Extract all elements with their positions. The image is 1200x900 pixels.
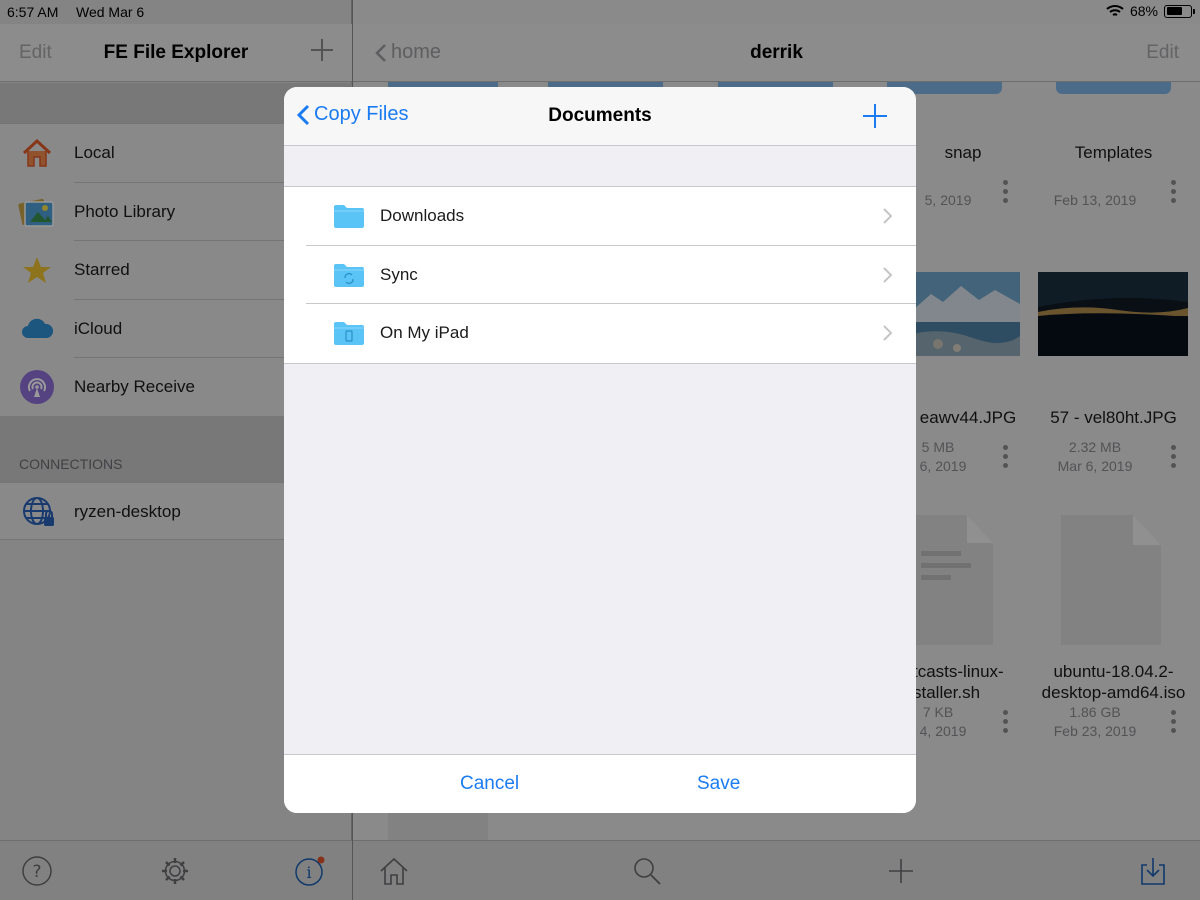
- file-name: Templates: [1074, 143, 1153, 162]
- chevron-right-icon: [883, 208, 892, 224]
- sidebar-title: FE File Explorer: [103, 42, 249, 63]
- add-icon[interactable]: [885, 855, 917, 887]
- file-date: 4, 2019: [919, 723, 967, 739]
- star-icon: [18, 253, 56, 287]
- home-icon: [18, 136, 56, 170]
- home-icon[interactable]: [378, 855, 410, 887]
- status-time: 6:57 AM: [7, 4, 59, 20]
- photo-thumbnail[interactable]: [1038, 272, 1188, 356]
- script-file-icon[interactable]: [915, 515, 995, 645]
- svg-text:?: ?: [32, 862, 41, 882]
- folder-icon: [334, 205, 364, 228]
- status-date: Wed Mar 6: [76, 4, 145, 20]
- cancel-button[interactable]: Cancel: [460, 773, 519, 795]
- iso-file-icon[interactable]: [1061, 515, 1161, 645]
- folder-row-sync[interactable]: Sync: [284, 246, 916, 304]
- dialog-title: Documents: [548, 105, 652, 126]
- chevron-right-icon: [883, 325, 892, 341]
- more-icon[interactable]: [1171, 180, 1177, 207]
- dialog-header: Copy Files Documents: [284, 87, 916, 146]
- sidebar-item-label: Starred: [74, 260, 130, 279]
- photo-thumbnail[interactable]: [913, 272, 1020, 356]
- sidebar-add-icon[interactable]: [310, 38, 334, 62]
- battery-percent: 68%: [1129, 3, 1158, 19]
- file-size: 5 MB: [921, 439, 955, 455]
- save-button[interactable]: Save: [697, 773, 740, 795]
- folder-label: Sync: [380, 264, 418, 284]
- file-name-line2: staller.sh: [913, 683, 981, 702]
- file-name: snap: [944, 143, 982, 162]
- file-date: Feb 23, 2019: [1053, 723, 1137, 739]
- sidebar-item-label: iCloud: [74, 318, 123, 338]
- file-name-line1: ubuntu-18.04.2-: [1053, 662, 1174, 681]
- sidebar-item-label: Photo Library: [74, 201, 176, 221]
- connections-label: CONNECTIONS: [19, 456, 123, 472]
- main-toolbar: [353, 840, 1200, 900]
- file-date: 5, 2019: [924, 192, 972, 208]
- folder-label: On My iPad: [380, 323, 469, 342]
- file-date: Mar 6, 2019: [1057, 458, 1133, 474]
- main-edit-button[interactable]: Edit: [1146, 42, 1179, 64]
- main-header: home derrik Edit: [353, 24, 1200, 82]
- more-icon[interactable]: [1003, 710, 1009, 737]
- more-icon[interactable]: [1171, 445, 1177, 472]
- file-size: 2.32 MB: [1068, 439, 1122, 455]
- more-icon[interactable]: [1003, 180, 1009, 207]
- connection-label: ryzen-desktop: [74, 502, 181, 521]
- folder-row-downloads[interactable]: Downloads: [284, 187, 916, 246]
- status-bar: 6:57 AM Wed Mar 6 68%: [0, 0, 1200, 24]
- folder-label: Downloads: [380, 206, 465, 225]
- file-name-line2: desktop-amd64.iso: [1041, 683, 1186, 702]
- file-date: Feb 13, 2019: [1053, 192, 1137, 208]
- gear-icon[interactable]: [159, 855, 191, 887]
- sidebar-item-label: Local: [74, 143, 115, 162]
- new-folder-icon[interactable]: [862, 103, 888, 129]
- sidebar-item-label: Nearby Receive: [74, 377, 195, 396]
- dialog-footer: Cancel Save: [284, 754, 916, 813]
- info-icon[interactable]: i: [293, 855, 325, 887]
- copy-files-dialog: Copy Files Documents Downloads Sync On M…: [284, 87, 916, 813]
- sidebar-header: Edit FE File Explorer: [0, 24, 352, 82]
- photos-icon: [18, 195, 56, 229]
- search-icon[interactable]: [631, 855, 663, 887]
- battery-icon: [1164, 4, 1195, 18]
- cloud-icon: [18, 312, 56, 346]
- sync-folder-icon: [334, 263, 364, 287]
- chevron-right-icon: [883, 266, 892, 283]
- file-name-line1: tcasts-linux-: [913, 662, 1004, 681]
- file-name: 57 - vel80ht.JPG: [1050, 408, 1177, 427]
- more-icon[interactable]: [1171, 710, 1177, 737]
- main-title: derrik: [750, 42, 803, 63]
- file-tile-partial[interactable]: [388, 813, 488, 840]
- folder-tile[interactable]: [1056, 82, 1171, 94]
- airdrop-icon: [18, 370, 56, 404]
- folder-row-on-my-ipad[interactable]: On My iPad: [284, 304, 916, 363]
- more-icon[interactable]: [1003, 445, 1009, 472]
- sidebar-toolbar: ? i: [0, 840, 352, 900]
- file-name: eawv44.JPG: [919, 408, 1017, 427]
- file-size: 1.86 GB: [1069, 704, 1121, 720]
- globe-lock-icon: [20, 495, 56, 534]
- folder-list: Downloads Sync On My iPad: [284, 186, 916, 364]
- svg-text:i: i: [306, 863, 311, 882]
- download-icon[interactable]: [1137, 855, 1169, 887]
- help-icon[interactable]: ?: [21, 855, 53, 887]
- wifi-icon: [1106, 5, 1124, 16]
- ipad-folder-icon: [334, 322, 364, 345]
- file-date: 6, 2019: [919, 458, 967, 474]
- file-size: 7 KB: [922, 704, 954, 720]
